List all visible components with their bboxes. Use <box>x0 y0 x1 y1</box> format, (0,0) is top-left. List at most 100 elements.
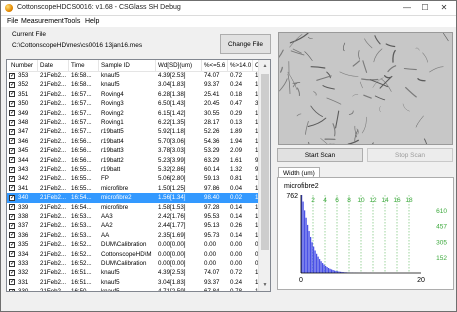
fibre-strand <box>307 117 327 127</box>
row-checkbox[interactable]: ✓ <box>9 138 15 145</box>
row-checkbox[interactable]: ✓ <box>9 128 15 135</box>
row-checkbox[interactable]: ✓ <box>9 204 15 211</box>
row-checkbox[interactable]: ✓ <box>9 288 15 291</box>
fibre-strand <box>358 50 360 60</box>
row-checkbox[interactable]: ✓ <box>9 119 15 126</box>
cell-number: 330 <box>18 288 29 292</box>
top-tick-label: 18 <box>405 197 413 204</box>
fibre-strand <box>372 142 374 144</box>
current-file-path: C:\CottonscopeHD\mes\cs0016 13jan16.mes <box>12 42 143 49</box>
row-checkbox[interactable]: ✓ <box>9 91 15 98</box>
histogram-bar <box>328 267 330 273</box>
fibre-strand <box>352 60 360 67</box>
cell-time: 16:50... <box>71 288 92 292</box>
row-checkbox[interactable]: ✓ <box>9 175 15 182</box>
top-tick-label: 10 <box>357 197 365 204</box>
histogram-bar <box>310 236 312 273</box>
histogram-bar <box>323 264 325 273</box>
stop-scan-button[interactable]: Stop Scan <box>367 148 453 162</box>
minimize-icon[interactable]: — <box>398 1 416 14</box>
fibre-strand <box>326 97 342 105</box>
vertical-scrollbar[interactable]: ▲ ▼ <box>258 60 270 291</box>
top-tick-label: 4 <box>323 197 327 204</box>
menu-measurement[interactable]: Measurement <box>21 18 64 25</box>
menu-file[interactable]: File <box>7 18 18 25</box>
fibre-strand <box>279 49 284 58</box>
histogram-bar <box>326 267 328 273</box>
histogram-bar <box>325 265 327 273</box>
fibre-strand <box>405 86 417 98</box>
row-checkbox[interactable]: ✓ <box>9 279 15 286</box>
row-checkbox[interactable]: ✓ <box>9 110 15 117</box>
fibre-strand <box>287 73 291 94</box>
scroll-down-icon[interactable]: ▼ <box>259 279 270 291</box>
fibre-strand <box>296 113 302 117</box>
row-checkbox[interactable]: ✓ <box>9 157 15 164</box>
fibre-strand <box>363 94 372 99</box>
fibre-strand <box>374 95 386 101</box>
fibre-strand <box>361 116 367 134</box>
fibre-strand <box>304 51 313 61</box>
scroll-up-icon[interactable]: ▲ <box>259 60 270 72</box>
histogram-bar <box>308 231 310 273</box>
window-title: CottonscopeHDCS0016: v1.68 - CSGlass SH … <box>17 4 181 11</box>
row-checkbox[interactable]: ✓ <box>9 222 15 229</box>
scroll-thumb[interactable] <box>261 74 269 250</box>
fibre-strand <box>403 67 417 71</box>
row-checkbox[interactable]: ✓ <box>9 185 15 192</box>
row-checkbox[interactable]: ✓ <box>9 269 15 276</box>
row-checkbox[interactable]: ✓ <box>9 241 15 248</box>
row-checkbox[interactable]: ✓ <box>9 232 15 239</box>
cell-sample-id: knauf5 <box>101 288 120 292</box>
measurement-table: Number Date Time Sample ID Wd[SD](um) %<… <box>6 59 271 292</box>
fibre-strand <box>335 110 340 129</box>
row-checkbox[interactable]: ✓ <box>9 147 15 154</box>
fibre-strand <box>423 138 428 144</box>
right-tick-label: 305 <box>436 239 447 246</box>
maximize-icon[interactable]: ☐ <box>416 1 434 14</box>
close-icon[interactable]: ✕ <box>435 1 453 14</box>
column-header-number[interactable]: Number <box>7 60 38 71</box>
fibre-strand <box>296 87 301 97</box>
top-tick-label: 14 <box>381 197 389 204</box>
menu-tools[interactable]: Tools <box>64 18 80 25</box>
row-checkbox[interactable]: ✓ <box>9 194 15 201</box>
fibre-strand <box>415 47 420 51</box>
title-bar: CottonscopeHDCS0016: v1.68 - CSGlass SH … <box>1 1 456 16</box>
fibre-strand <box>361 78 379 81</box>
histogram-bar <box>329 268 331 273</box>
change-file-button[interactable]: Change File <box>220 34 271 54</box>
row-checkbox[interactable]: ✓ <box>9 251 15 258</box>
histogram-bar <box>322 263 324 273</box>
menu-help[interactable]: Help <box>85 18 99 25</box>
histogram-bar <box>311 242 313 273</box>
fibre-strand <box>362 60 368 73</box>
row-checkbox[interactable]: ✓ <box>9 213 15 220</box>
row-checkbox[interactable]: ✓ <box>9 100 15 107</box>
fibre-image <box>279 33 449 144</box>
column-header-time[interactable]: Time <box>69 60 99 71</box>
fibre-strand <box>415 115 424 128</box>
row-checkbox[interactable]: ✓ <box>9 166 15 173</box>
row-checkbox[interactable]: ✓ <box>9 72 15 79</box>
fibre-strand <box>289 33 309 44</box>
row-checkbox[interactable]: ✓ <box>9 81 15 88</box>
column-header-sample-id[interactable]: Sample ID <box>99 60 156 71</box>
column-header-pct-fine[interactable]: %<=5.6 <box>202 60 228 71</box>
row-checkbox[interactable]: ✓ <box>9 260 15 267</box>
column-header-pct-coarse[interactable]: %>14.0 <box>228 60 253 71</box>
status-bar <box>1 301 456 311</box>
fibre-strand <box>385 43 396 48</box>
table-row[interactable]: ✓ 330 21Feb2... 16:50... knauf5 4.71[2.59] 67.… <box>7 287 258 292</box>
column-header-width[interactable]: Wd[SD](um) <box>156 60 202 71</box>
column-header-date[interactable]: Date <box>38 60 69 71</box>
right-tick-label: 152 <box>436 255 447 262</box>
chart-title: microfibre2 <box>284 183 319 190</box>
top-tick-label: 8 <box>347 197 351 204</box>
fibre-strand <box>332 123 336 137</box>
fibre-strand <box>342 42 346 52</box>
fibre-strand <box>373 48 383 63</box>
start-scan-button[interactable]: Start Scan <box>277 148 363 162</box>
histogram-bar <box>320 261 322 273</box>
histogram-bar <box>304 210 306 273</box>
